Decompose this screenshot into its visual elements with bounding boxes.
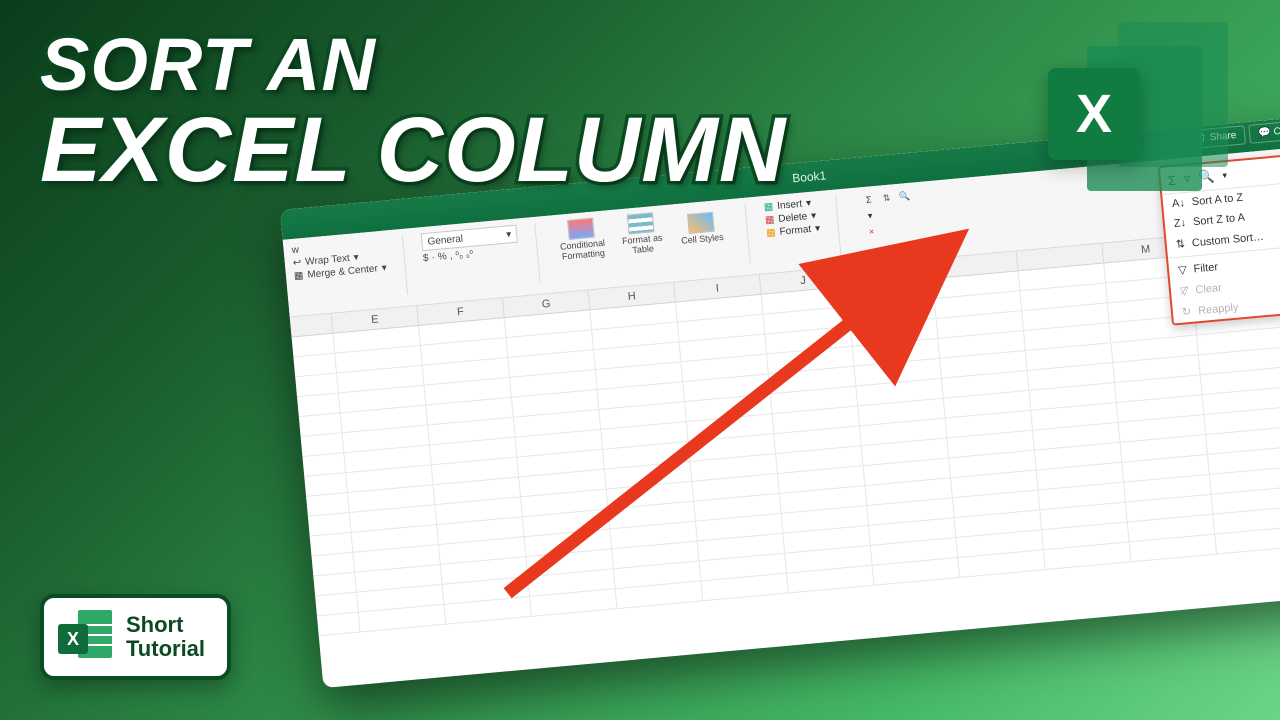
comment-icon: 💬 — [1258, 127, 1271, 139]
excel-logo: X — [1048, 22, 1228, 182]
sort-filter-button[interactable]: ⇅ — [878, 190, 895, 205]
find-button[interactable]: 🔍 — [896, 189, 913, 204]
wrap-text-icon: ↩︎ — [292, 257, 301, 269]
separator — [534, 223, 540, 283]
dropdown-icon: ▾ — [811, 210, 817, 221]
separator — [402, 235, 408, 295]
short-tutorial-badge: X Short Tutorial — [40, 594, 231, 680]
delete-icon: ▦ — [765, 214, 775, 226]
format-icon: ▦ — [766, 227, 776, 239]
dropdown-icon: ▾ — [353, 252, 359, 263]
headline-line-1: Sort an — [40, 28, 786, 102]
number-group: General ▾ $ · % , ⁰₀ ₀⁰ — [421, 225, 519, 265]
comments-button[interactable]: 💬 Comments — [1248, 117, 1280, 143]
currency-button[interactable]: $ — [423, 253, 430, 264]
conditional-formatting-icon — [567, 218, 595, 240]
excel-mini-logo: X — [58, 610, 112, 664]
sort-descending-icon: Z↓ — [1173, 217, 1186, 230]
badge-text: Short Tutorial — [126, 613, 205, 661]
select-all-corner[interactable] — [290, 314, 334, 337]
conditional-formatting-button[interactable]: Conditional Formatting — [553, 216, 611, 262]
format-as-table-button[interactable]: Format as Table — [613, 211, 671, 257]
reapply-icon: ↻ — [1181, 305, 1191, 319]
headline-line-2: Excel Column — [40, 104, 786, 196]
comma-button[interactable]: , — [449, 251, 453, 262]
dropdown-icon: ▾ — [806, 198, 812, 209]
filter-icon: ▽ — [1178, 263, 1188, 277]
separator — [835, 196, 841, 256]
clear-filter-icon: ▽̸ — [1179, 284, 1189, 298]
table-icon — [627, 212, 655, 234]
document-title: Book1 — [792, 168, 827, 185]
increase-decimal-button[interactable]: ⁰₀ — [455, 250, 463, 262]
fill-button[interactable]: ▾ — [862, 208, 879, 223]
dropdown-icon: ▾ — [381, 263, 387, 274]
cell-styles-icon — [687, 212, 715, 234]
alignment-group: w ↩︎ Wrap Text ▾ ▦ Merge & Center ▾ — [291, 237, 387, 282]
percent-button[interactable]: % — [437, 251, 447, 263]
cell-styles-button[interactable]: Cell Styles — [673, 211, 730, 247]
decrease-decimal-button[interactable]: ₀⁰ — [465, 249, 473, 261]
editing-group: Σ ⇅ 🔍 ▾ × — [860, 189, 916, 240]
autosum-button[interactable]: Σ — [860, 192, 877, 207]
mini-badge-icon: X — [58, 624, 88, 654]
cells-group: ▦ Insert ▾ ▦ Delete ▾ ▦ Format ▾ — [763, 197, 820, 239]
styles-group: Conditional Formatting Format as Table C… — [553, 206, 730, 263]
sort-ascending-icon: A↓ — [1172, 197, 1186, 210]
merge-icon: ▦ — [294, 270, 304, 282]
separator — [744, 204, 750, 264]
custom-sort-icon: ⇅ — [1175, 237, 1185, 251]
headline: Sort an Excel Column — [40, 28, 786, 196]
insert-icon: ▦ — [763, 201, 773, 213]
excel-badge-icon: X — [1048, 68, 1140, 160]
chevron-down-icon: ▾ — [506, 229, 512, 240]
format-button[interactable]: ▦ Format ▾ — [766, 223, 821, 239]
clear-button[interactable]: × — [863, 224, 880, 239]
dropdown-icon: ▾ — [815, 223, 821, 234]
